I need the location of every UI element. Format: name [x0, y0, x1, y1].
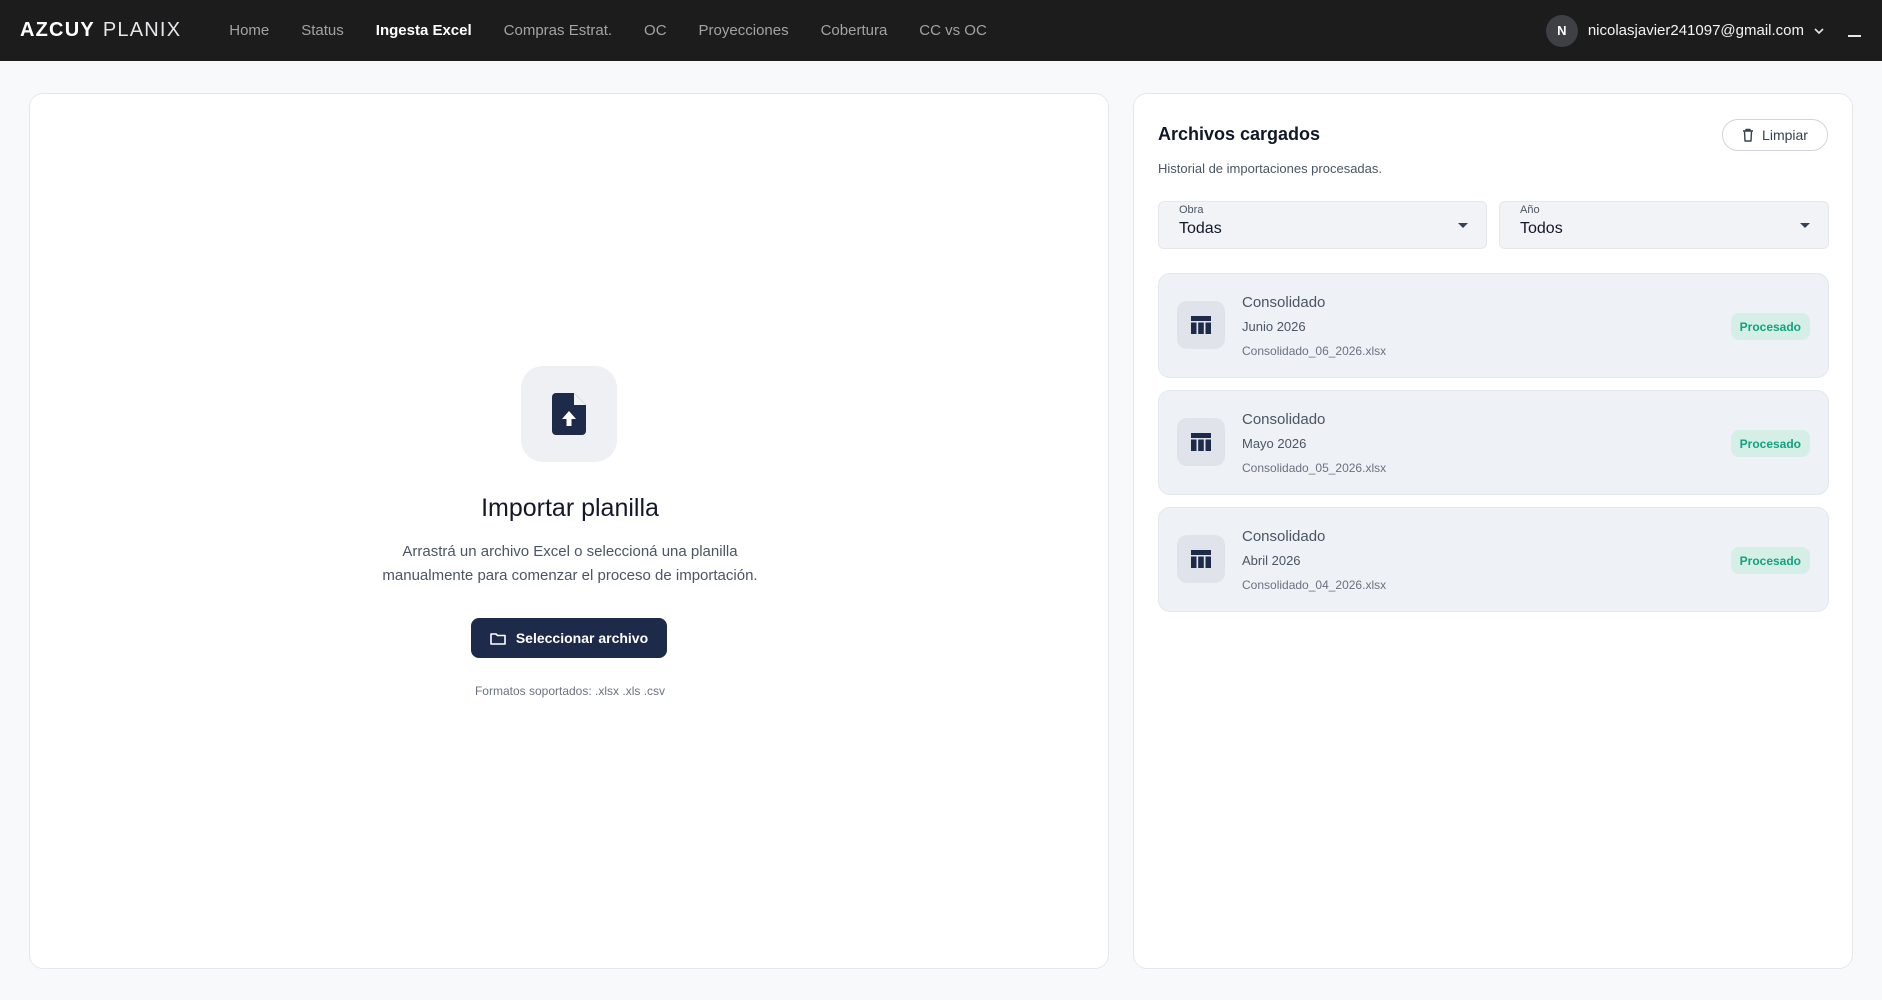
import-description: Arrastrá un archivo Excel o seleccioná u…	[382, 543, 758, 584]
item-period: Abril 2026	[1242, 553, 1301, 568]
folder-icon	[490, 632, 506, 645]
obra-select[interactable]: Obra Todas	[1158, 201, 1487, 249]
file-upload-icon	[521, 366, 617, 462]
table-icon	[1177, 418, 1225, 466]
obra-select-value: Todas	[1179, 220, 1222, 237]
user-email: nicolasjavier241097@gmail.com	[1587, 22, 1804, 39]
anio-select-label: Año	[1520, 204, 1540, 216]
status-badge: Procesado	[1730, 430, 1810, 457]
nav-ingesta-excel[interactable]: Ingesta Excel	[360, 0, 488, 61]
item-period: Mayo 2026	[1242, 436, 1307, 451]
select-file-label: Seleccionar archivo	[515, 630, 649, 646]
select-file-button[interactable]: Seleccionar archivo	[471, 618, 667, 658]
anio-select[interactable]: Año Todos	[1499, 201, 1829, 249]
import-card[interactable]: Importar planilla Arrastrá un archivo Ex…	[29, 93, 1109, 969]
brand-logo[interactable]: AZCUY PLANIX	[20, 19, 181, 42]
item-title: Consolidado	[1242, 411, 1326, 428]
status-badge: Procesado	[1730, 313, 1810, 340]
history-subtitle: Historial de importaciones procesadas.	[1158, 161, 1382, 176]
minimize-icon[interactable]	[1848, 24, 1862, 38]
item-filename: Consolidado_05_2026.xlsx	[1242, 461, 1387, 475]
import-title: Importar planilla	[481, 494, 659, 522]
caret-down-icon	[1458, 223, 1468, 228]
item-title: Consolidado	[1242, 294, 1326, 311]
item-period: Junio 2026	[1242, 319, 1306, 334]
nav-cc-vs-oc[interactable]: CC vs OC	[903, 0, 1003, 61]
top-navbar: AZCUY PLANIX Home Status Ingesta Excel C…	[0, 0, 1882, 61]
trash-icon	[1743, 128, 1754, 142]
nav-status[interactable]: Status	[285, 0, 360, 61]
status-badge: Procesado	[1730, 547, 1810, 574]
history-list-item[interactable]: Consolidado Abril 2026 Consolidado_04_20…	[1158, 507, 1829, 612]
history-title: Archivos cargados	[1158, 124, 1321, 144]
nav-compras-estrat[interactable]: Compras Estrat.	[488, 0, 628, 61]
caret-down-icon	[1800, 223, 1810, 228]
table-icon	[1177, 301, 1225, 349]
supported-formats: Formatos soportados: .xlsx .xls .csv	[474, 684, 666, 698]
avatar: N	[1545, 14, 1578, 47]
brand-part1: AZCUY	[20, 19, 95, 41]
item-filename: Consolidado_06_2026.xlsx	[1242, 344, 1387, 358]
history-list-item[interactable]: Consolidado Mayo 2026 Consolidado_05_202…	[1158, 390, 1829, 495]
clear-button[interactable]: Limpiar	[1722, 119, 1828, 151]
table-icon	[1177, 535, 1225, 583]
item-title: Consolidado	[1242, 528, 1326, 545]
history-card: Archivos cargados Historial de importaci…	[1133, 93, 1853, 969]
brand-part2: PLANIX	[102, 19, 182, 41]
nav-home[interactable]: Home	[213, 0, 285, 61]
obra-select-label: Obra	[1179, 204, 1204, 216]
clear-label: Limpiar	[1762, 127, 1808, 143]
nav-proyecciones[interactable]: Proyecciones	[683, 0, 805, 61]
item-filename: Consolidado_04_2026.xlsx	[1242, 578, 1387, 592]
user-menu[interactable]: N nicolasjavier241097@gmail.com	[1545, 0, 1862, 61]
chevron-down-icon	[1814, 27, 1824, 34]
nav-cobertura[interactable]: Cobertura	[805, 0, 904, 61]
anio-select-value: Todos	[1520, 220, 1563, 237]
history-list-item[interactable]: Consolidado Junio 2026 Consolidado_06_20…	[1158, 273, 1829, 378]
nav-oc[interactable]: OC	[628, 0, 683, 61]
main-nav: Home Status Ingesta Excel Compras Estrat…	[213, 0, 1003, 61]
